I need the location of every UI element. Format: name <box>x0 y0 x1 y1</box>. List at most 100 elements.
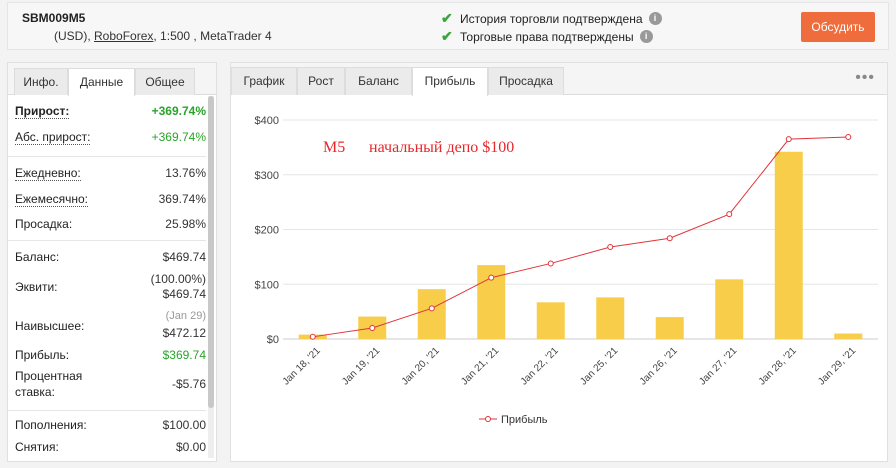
leverage-platform: , 1:500 , MetaTrader 4 <box>153 29 272 43</box>
stat-interest: Процентная ставка: -$5.76 <box>15 369 206 403</box>
divider <box>8 410 206 411</box>
stat-value: 369.74% <box>158 192 206 206</box>
tab-chart[interactable]: График <box>231 67 297 95</box>
bar <box>774 151 803 339</box>
account-header: SBM009M5 (USD), RoboForex, 1:500 , MetaT… <box>7 2 889 50</box>
scrollbar[interactable] <box>208 96 214 458</box>
y-tick-label: $200 <box>255 225 279 237</box>
verify-history-row: ✔ История торговли подтверждена i <box>441 10 662 27</box>
stat-label[interactable]: Прирост: <box>15 104 70 119</box>
discuss-button[interactable]: Обсудить <box>801 12 875 42</box>
divider <box>8 156 206 157</box>
checkmark-icon: ✔ <box>441 28 453 44</box>
chart-annotation-m5: M5 <box>323 139 345 156</box>
profit-point <box>607 244 614 251</box>
x-tick-label: Jan 25, '21 <box>578 345 620 387</box>
profit-point <box>309 333 316 340</box>
tab-info[interactable]: Инфо. <box>14 68 68 95</box>
stat-value: -$5.76 <box>171 377 206 391</box>
chart-panel: График Рост Баланс Прибыль Просадка ••• … <box>230 62 888 462</box>
stat-label: Наивысшее: <box>15 319 85 333</box>
chart-tabs: График Рост Баланс Прибыль Просадка ••• <box>231 63 887 96</box>
stat-value: +369.74% <box>151 104 206 118</box>
legend-label: Прибыль <box>501 414 548 426</box>
tab-growth[interactable]: Рост <box>297 67 345 95</box>
tab-profit[interactable]: Прибыль <box>412 67 488 96</box>
account-name: SBM009M5 <box>22 11 86 25</box>
verify-rights-text: Торговые права подтверждены <box>460 29 634 44</box>
x-tick-label: Jan 19, '21 <box>340 345 382 387</box>
profit-point <box>726 211 733 218</box>
profit-point <box>666 235 673 242</box>
account-currency: (USD), <box>54 29 91 43</box>
chart-annotation-deposit: начальный депо $100 <box>369 139 514 156</box>
stat-label: Эквити: <box>15 280 58 294</box>
account-info: (USD), RoboForex, 1:500 , MetaTrader 4 <box>54 29 272 43</box>
tab-drawdown[interactable]: Просадка <box>488 67 564 95</box>
more-options-icon[interactable]: ••• <box>855 69 875 87</box>
y-tick-label: $400 <box>255 115 279 127</box>
scroll-thumb[interactable] <box>208 96 214 408</box>
x-tick-label: Jan 20, '21 <box>400 345 442 387</box>
x-tick-label: Jan 21, '21 <box>459 345 501 387</box>
x-tick-label: Jan 22, '21 <box>519 345 561 387</box>
x-tick-label: Jan 18, '21 <box>281 345 323 387</box>
stat-value: $0.00 <box>175 440 206 454</box>
stat-label[interactable]: Ежедневно: <box>15 166 81 181</box>
verify-rights-row: ✔ Торговые права подтверждены i <box>441 28 653 45</box>
checkmark-icon: ✔ <box>441 10 453 26</box>
stat-value: $469.74 <box>162 250 206 264</box>
profit-point <box>785 136 792 143</box>
profit-point <box>488 274 495 281</box>
profit-chart: $0 $100 $200 $300 $400 Jan 18, '21 Jan 19, '21… <box>255 115 878 426</box>
x-tick-label: Jan 28, '21 <box>757 345 799 387</box>
bar <box>417 289 446 339</box>
broker-link[interactable]: RoboForex <box>94 29 153 43</box>
info-icon[interactable]: i <box>648 12 662 25</box>
stat-value: $100.00 <box>162 418 206 432</box>
stat-value: $472.12 <box>162 326 206 340</box>
bar-series <box>298 151 863 339</box>
stat-label: Процентная <box>15 369 83 383</box>
chart-legend[interactable]: Прибыль <box>479 414 548 426</box>
x-tick-label: Jan 29, '21 <box>816 345 858 387</box>
profit-point <box>547 260 554 267</box>
stat-value: $469.74 <box>162 287 206 301</box>
profit-point <box>369 325 376 332</box>
stat-label: ставка: <box>15 385 55 399</box>
stat-value: 13.76% <box>165 166 206 180</box>
verify-history-text: История торговли подтверждена <box>460 11 643 26</box>
bar <box>715 279 744 339</box>
bar <box>596 297 625 339</box>
stat-label: Пополнения: <box>15 418 87 432</box>
bar <box>834 333 863 339</box>
tab-balance[interactable]: Баланс <box>345 67 412 95</box>
tab-data[interactable]: Данные <box>68 68 135 96</box>
stat-label: Прибыль: <box>15 348 70 362</box>
profit-line <box>312 136 849 338</box>
divider <box>8 240 206 241</box>
profit-point <box>845 133 852 140</box>
y-tick-label: $100 <box>255 279 279 291</box>
y-tick-label: $300 <box>255 170 279 182</box>
stat-label[interactable]: Ежемесячно: <box>15 192 89 207</box>
x-tick-label: Jan 26, '21 <box>638 345 680 387</box>
stat-value: $369.74 <box>162 348 206 362</box>
stat-label: Просадка: <box>15 217 73 231</box>
stat-equity: Эквити: (100.00%) $469.74 <box>15 272 206 306</box>
stat-subvalue: (Jan 29) <box>165 310 206 322</box>
profit-point <box>428 305 435 312</box>
bar <box>536 302 565 339</box>
stat-subvalue: (100.00%) <box>150 272 206 286</box>
info-icon[interactable]: i <box>639 30 653 43</box>
stat-label: Баланс: <box>15 250 60 264</box>
stats-tabs: Инфо. Данные Общее <box>8 63 216 96</box>
tab-general[interactable]: Общее <box>135 68 195 95</box>
stat-value: 25.98% <box>165 217 206 231</box>
x-tick-label: Jan 27, '21 <box>697 345 739 387</box>
stat-value: +369.74% <box>151 130 206 144</box>
stat-label[interactable]: Абс. прирост: <box>15 130 91 145</box>
y-tick-label: $0 <box>267 334 279 346</box>
bar <box>655 317 684 339</box>
stat-label: Снятия: <box>15 440 59 454</box>
